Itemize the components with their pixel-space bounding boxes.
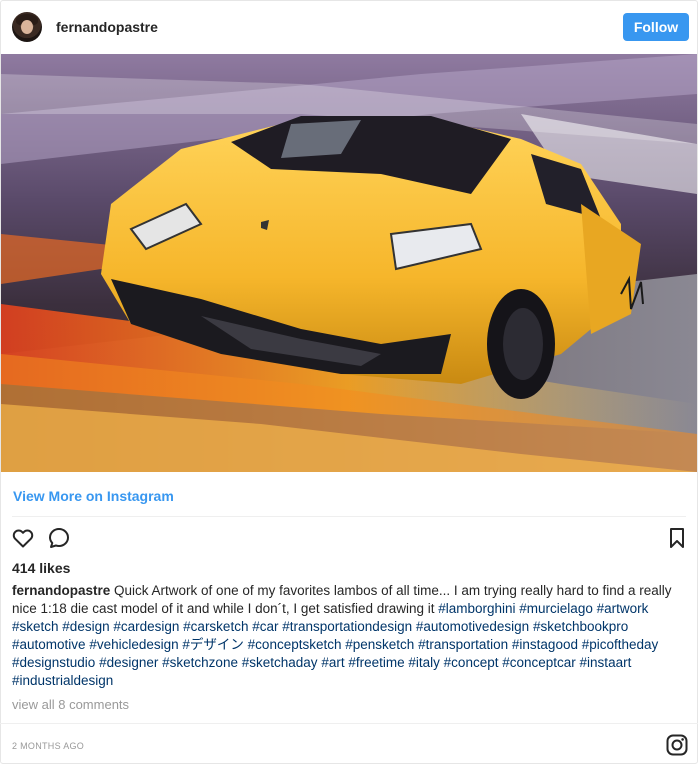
heart-icon[interactable] [11, 526, 35, 550]
hashtag-link[interactable]: #cardesign [113, 619, 179, 634]
hashtag-link[interactable]: #carsketch [183, 619, 248, 634]
caption-username[interactable]: fernandopastre [12, 583, 110, 598]
hashtag-link[interactable]: #murcielago [519, 601, 593, 616]
hashtag-link[interactable]: #art [321, 655, 344, 670]
likes-count[interactable]: 414 likes [12, 560, 70, 576]
hashtag-link[interactable]: #italy [408, 655, 440, 670]
divider [0, 723, 698, 724]
hashtag-link[interactable]: #automotivedesign [416, 619, 529, 634]
hashtag-link[interactable]: #pensketch [345, 637, 414, 652]
hashtag-link[interactable]: #conceptsketch [248, 637, 342, 652]
hashtag-link[interactable]: #designer [99, 655, 158, 670]
post-timestamp: 2 MONTHS AGO [12, 741, 85, 751]
hashtag-link[interactable]: #freetime [348, 655, 404, 670]
post-image[interactable] [1, 54, 697, 472]
hashtag-link[interactable]: #concept [444, 655, 499, 670]
hashtag-link[interactable]: #vehicledesign [89, 637, 178, 652]
username[interactable]: fernandopastre [56, 19, 158, 35]
hashtag-link[interactable]: #デザイン [182, 637, 244, 652]
follow-button[interactable]: Follow [623, 13, 689, 41]
hashtag-link[interactable]: #automotive [12, 637, 86, 652]
bookmark-icon[interactable] [665, 526, 689, 550]
hashtag-link[interactable]: #design [62, 619, 109, 634]
hashtag-link[interactable]: #artwork [597, 601, 649, 616]
hashtag-link[interactable]: #sketchbookpro [533, 619, 628, 634]
hashtag-link[interactable]: #industrialdesign [12, 673, 113, 688]
hashtag-link[interactable]: #car [252, 619, 278, 634]
hashtag-link[interactable]: #sketch [12, 619, 59, 634]
post-header: fernandopastre Follow [0, 0, 698, 54]
hashtag-link[interactable]: #lamborghini [438, 601, 515, 616]
hashtag-link[interactable]: #sketchzone [162, 655, 238, 670]
caption: fernandopastre Quick Artwork of one of m… [12, 582, 684, 690]
hashtag-link[interactable]: #transportationdesign [282, 619, 412, 634]
avatar[interactable] [12, 12, 42, 42]
hashtag-link[interactable]: #instaart [580, 655, 632, 670]
instagram-logo-icon[interactable] [665, 733, 689, 757]
hashtag-link[interactable]: #picoftheday [582, 637, 659, 652]
divider [12, 516, 686, 517]
action-bar [0, 524, 698, 552]
comment-icon[interactable] [47, 526, 71, 550]
view-comments-link[interactable]: view all 8 comments [12, 697, 129, 712]
hashtag-link[interactable]: #designstudio [12, 655, 95, 670]
hashtag-link[interactable]: #conceptcar [502, 655, 576, 670]
hashtag-link[interactable]: #transportation [418, 637, 508, 652]
hashtag-link[interactable]: #sketchaday [242, 655, 318, 670]
view-more-link[interactable]: View More on Instagram [13, 488, 174, 504]
hashtag-link[interactable]: #instagood [512, 637, 578, 652]
